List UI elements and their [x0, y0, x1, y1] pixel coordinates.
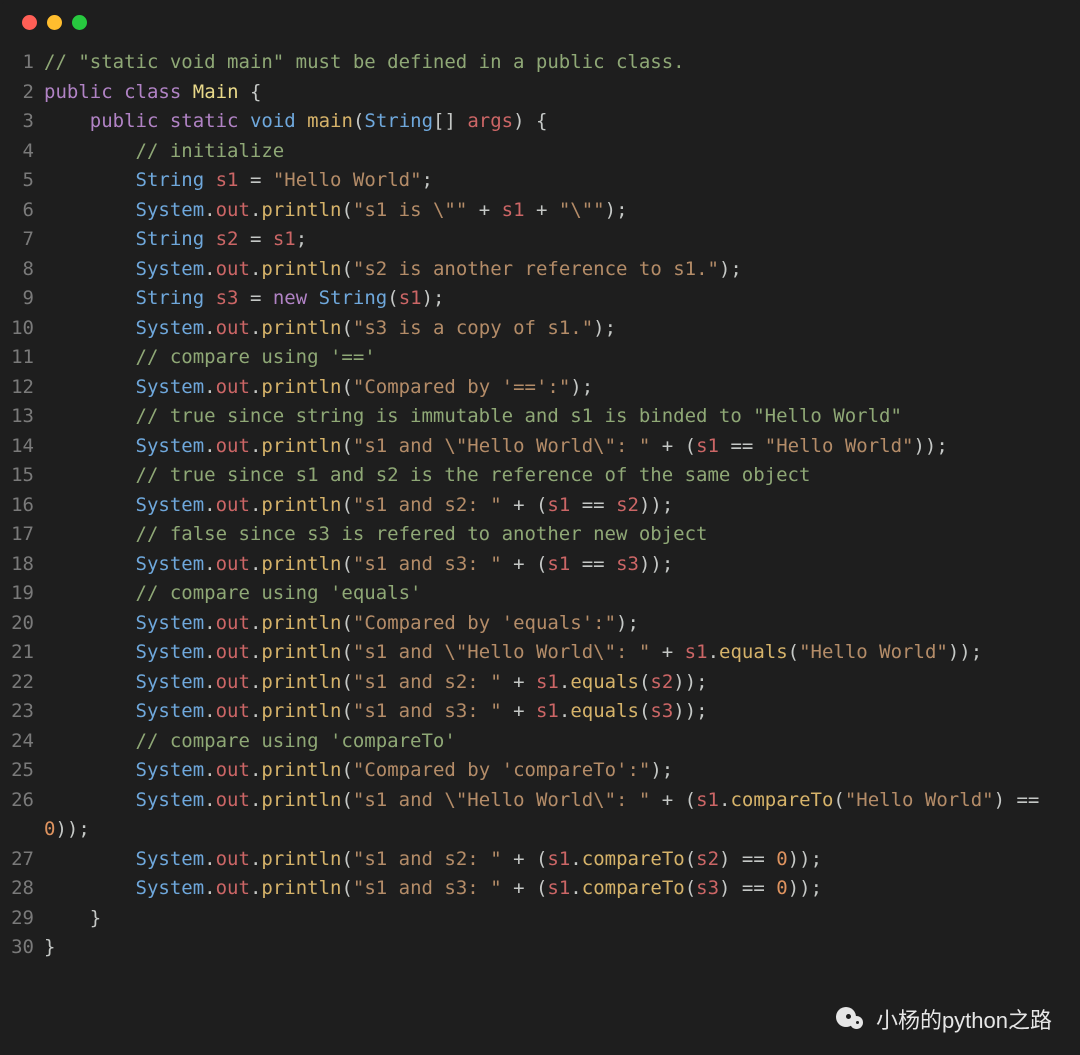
line-number: 10	[0, 314, 44, 344]
line-number: 6	[0, 196, 44, 226]
code-line[interactable]: 26 System.out.println("s1 and \"Hello Wo…	[0, 786, 1080, 845]
code-content[interactable]: System.out.println("s3 is a copy of s1."…	[44, 314, 1080, 344]
close-icon[interactable]	[22, 15, 37, 30]
line-number: 22	[0, 668, 44, 698]
line-number: 30	[0, 933, 44, 963]
line-number: 28	[0, 874, 44, 904]
code-line[interactable]: 23 System.out.println("s1 and s3: " + s1…	[0, 697, 1080, 727]
code-line[interactable]: 7 String s2 = s1;	[0, 225, 1080, 255]
code-content[interactable]: System.out.println("s2 is another refere…	[44, 255, 1080, 285]
code-content[interactable]: // compare using 'compareTo'	[44, 727, 1080, 757]
code-line[interactable]: 11 // compare using '=='	[0, 343, 1080, 373]
line-number: 9	[0, 284, 44, 314]
line-number: 24	[0, 727, 44, 757]
code-line[interactable]: 22 System.out.println("s1 and s2: " + s1…	[0, 668, 1080, 698]
code-content[interactable]: // compare using 'equals'	[44, 579, 1080, 609]
code-line[interactable]: 17 // false since s3 is refered to anoth…	[0, 520, 1080, 550]
code-line[interactable]: 14 System.out.println("s1 and \"Hello Wo…	[0, 432, 1080, 462]
code-content[interactable]: System.out.println("s1 and s2: " + (s1.c…	[44, 845, 1080, 875]
code-content[interactable]: public class Main {	[44, 78, 1080, 108]
line-number: 13	[0, 402, 44, 432]
code-content[interactable]: System.out.println("s1 is \"" + s1 + "\"…	[44, 196, 1080, 226]
code-line[interactable]: 28 System.out.println("s1 and s3: " + (s…	[0, 874, 1080, 904]
code-content[interactable]: System.out.println("s1 and \"Hello World…	[44, 786, 1080, 845]
line-number: 16	[0, 491, 44, 521]
code-editor[interactable]: 1// "static void main" must be defined i…	[0, 44, 1080, 963]
code-line[interactable]: 27 System.out.println("s1 and s2: " + (s…	[0, 845, 1080, 875]
code-content[interactable]: // initialize	[44, 137, 1080, 167]
line-number: 21	[0, 638, 44, 668]
code-content[interactable]: }	[44, 933, 1080, 963]
code-content[interactable]: String s3 = new String(s1);	[44, 284, 1080, 314]
code-content[interactable]: System.out.println("s1 and \"Hello World…	[44, 432, 1080, 462]
line-number: 12	[0, 373, 44, 403]
code-line[interactable]: 16 System.out.println("s1 and s2: " + (s…	[0, 491, 1080, 521]
code-content[interactable]: System.out.println("s1 and s3: " + (s1 =…	[44, 550, 1080, 580]
code-line[interactable]: 15 // true since s1 and s2 is the refere…	[0, 461, 1080, 491]
code-line[interactable]: 20 System.out.println("Compared by 'equa…	[0, 609, 1080, 639]
code-line[interactable]: 8 System.out.println("s2 is another refe…	[0, 255, 1080, 285]
code-content[interactable]: System.out.println("Compared by 'compare…	[44, 756, 1080, 786]
code-line[interactable]: 10 System.out.println("s3 is a copy of s…	[0, 314, 1080, 344]
line-number: 20	[0, 609, 44, 639]
code-line[interactable]: 19 // compare using 'equals'	[0, 579, 1080, 609]
line-number: 26	[0, 786, 44, 845]
code-content[interactable]: System.out.println("s1 and s3: " + (s1.c…	[44, 874, 1080, 904]
watermark-text: 小杨的python之路	[876, 1003, 1052, 1035]
code-line[interactable]: 25 System.out.println("Compared by 'comp…	[0, 756, 1080, 786]
code-content[interactable]: // true since s1 and s2 is the reference…	[44, 461, 1080, 491]
code-content[interactable]: String s2 = s1;	[44, 225, 1080, 255]
code-line[interactable]: 4 // initialize	[0, 137, 1080, 167]
code-line[interactable]: 29 }	[0, 904, 1080, 934]
code-content[interactable]: System.out.println("s1 and s2: " + (s1 =…	[44, 491, 1080, 521]
watermark: 小杨的python之路	[836, 1003, 1052, 1035]
code-line[interactable]: 30}	[0, 933, 1080, 963]
code-line[interactable]: 2public class Main {	[0, 78, 1080, 108]
code-line[interactable]: 24 // compare using 'compareTo'	[0, 727, 1080, 757]
code-content[interactable]: System.out.println("s1 and s2: " + s1.eq…	[44, 668, 1080, 698]
minimize-icon[interactable]	[47, 15, 62, 30]
line-number: 7	[0, 225, 44, 255]
line-number: 5	[0, 166, 44, 196]
code-content[interactable]: System.out.println("Compared by 'equals'…	[44, 609, 1080, 639]
line-number: 11	[0, 343, 44, 373]
code-line[interactable]: 12 System.out.println("Compared by '==':…	[0, 373, 1080, 403]
code-content[interactable]: // false since s3 is refered to another …	[44, 520, 1080, 550]
code-content[interactable]: // "static void main" must be defined in…	[44, 48, 1080, 78]
code-content[interactable]: String s1 = "Hello World";	[44, 166, 1080, 196]
line-number: 8	[0, 255, 44, 285]
line-number: 23	[0, 697, 44, 727]
line-number: 2	[0, 78, 44, 108]
line-number: 17	[0, 520, 44, 550]
code-content[interactable]: System.out.println("s1 and s3: " + s1.eq…	[44, 697, 1080, 727]
code-content[interactable]: // compare using '=='	[44, 343, 1080, 373]
line-number: 1	[0, 48, 44, 78]
code-content[interactable]: System.out.println("Compared by '==':");	[44, 373, 1080, 403]
line-number: 14	[0, 432, 44, 462]
line-number: 18	[0, 550, 44, 580]
code-content[interactable]: }	[44, 904, 1080, 934]
titlebar	[0, 0, 1080, 44]
line-number: 29	[0, 904, 44, 934]
line-number: 27	[0, 845, 44, 875]
code-content[interactable]: public static void main(String[] args) {	[44, 107, 1080, 137]
code-line[interactable]: 5 String s1 = "Hello World";	[0, 166, 1080, 196]
line-number: 19	[0, 579, 44, 609]
code-content[interactable]: System.out.println("s1 and \"Hello World…	[44, 638, 1080, 668]
code-line[interactable]: 1// "static void main" must be defined i…	[0, 48, 1080, 78]
zoom-icon[interactable]	[72, 15, 87, 30]
line-number: 25	[0, 756, 44, 786]
code-content[interactable]: // true since string is immutable and s1…	[44, 402, 1080, 432]
code-window: 1// "static void main" must be defined i…	[0, 0, 1080, 1055]
line-number: 4	[0, 137, 44, 167]
code-line[interactable]: 18 System.out.println("s1 and s3: " + (s…	[0, 550, 1080, 580]
code-line[interactable]: 6 System.out.println("s1 is \"" + s1 + "…	[0, 196, 1080, 226]
code-line[interactable]: 9 String s3 = new String(s1);	[0, 284, 1080, 314]
wechat-bubble-icon	[836, 1004, 866, 1034]
code-line[interactable]: 21 System.out.println("s1 and \"Hello Wo…	[0, 638, 1080, 668]
code-line[interactable]: 3 public static void main(String[] args)…	[0, 107, 1080, 137]
line-number: 15	[0, 461, 44, 491]
line-number: 3	[0, 107, 44, 137]
code-line[interactable]: 13 // true since string is immutable and…	[0, 402, 1080, 432]
